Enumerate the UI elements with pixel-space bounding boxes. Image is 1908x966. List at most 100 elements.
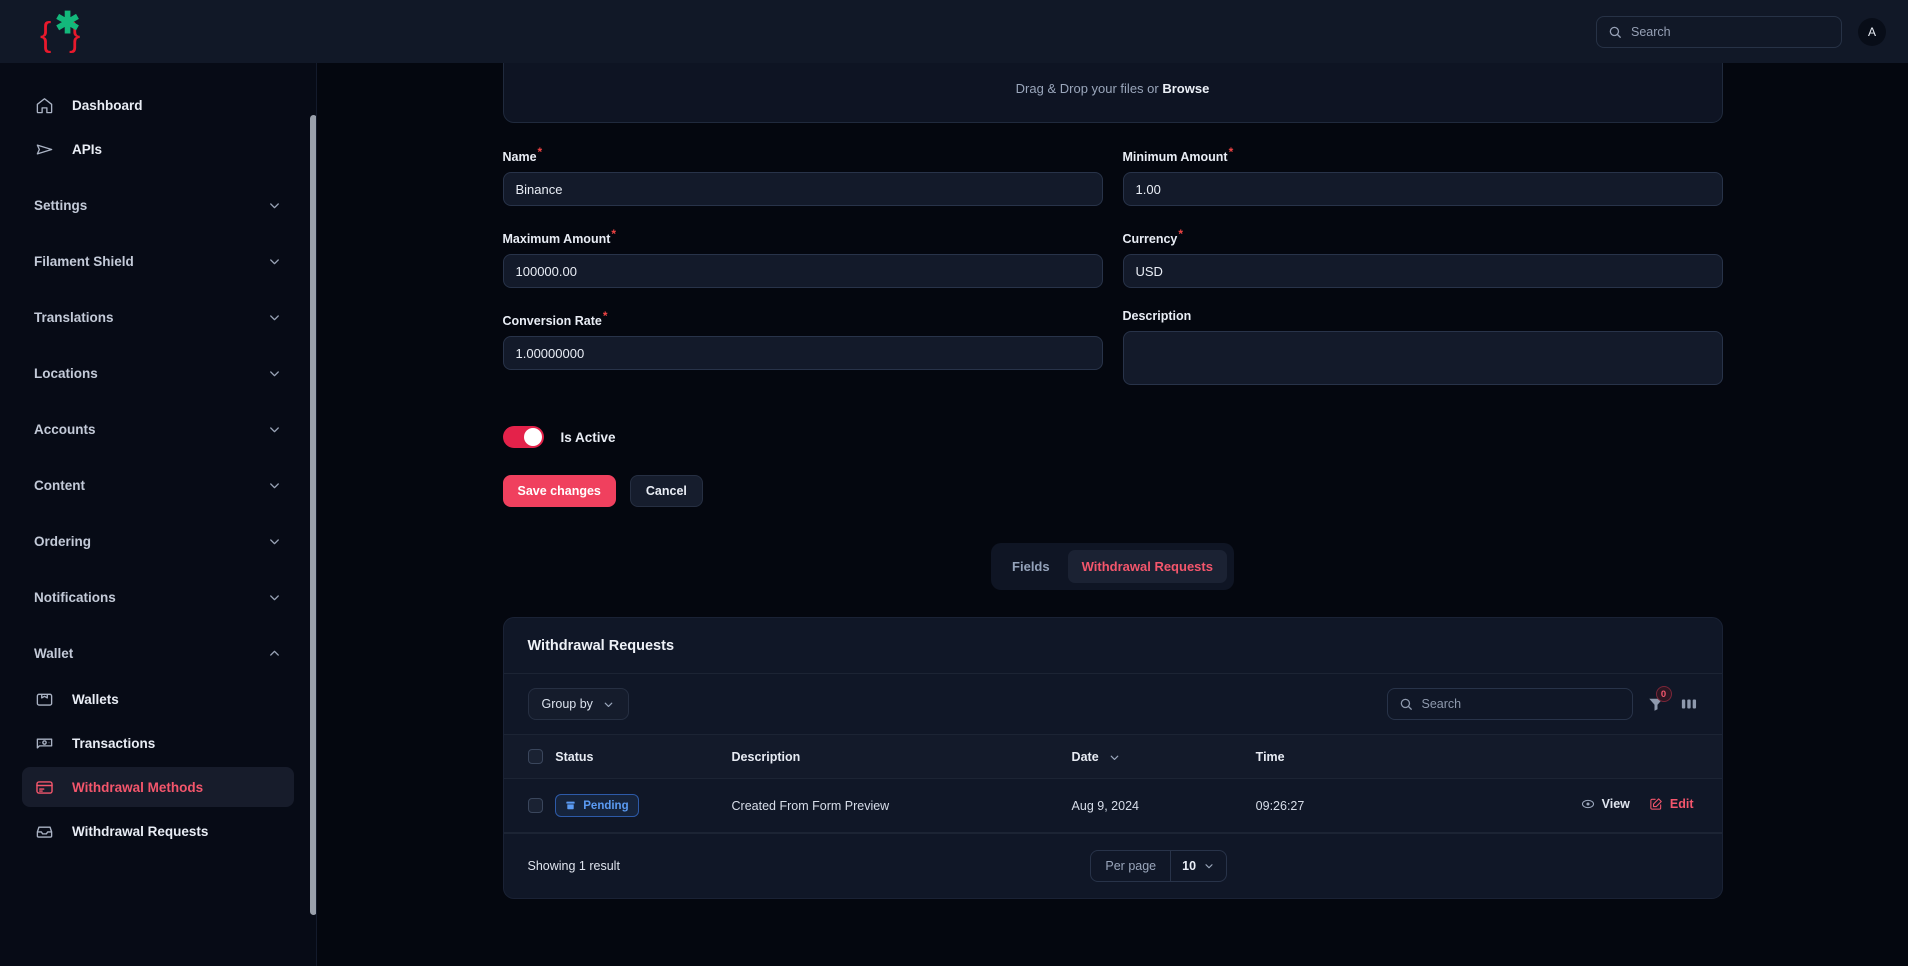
sidebar-group-wallet[interactable]: Wallet: [22, 633, 294, 673]
sidebar-group-label: Wallet: [34, 645, 74, 661]
field-minimum-amount: Minimum Amount* 1.00: [1122, 145, 1723, 207]
archive-box-icon: [565, 800, 576, 811]
card-header: Withdrawal Requests: [504, 618, 1722, 673]
code-braces-star-logo[interactable]: { } ✱: [38, 8, 94, 54]
conversion-rate-input[interactable]: 1.00000000: [502, 336, 1103, 371]
withdrawal-method-form: Drag & Drop your files or Browse Name* B…: [502, 63, 1723, 591]
home-icon: [34, 95, 55, 116]
cell-date: Aug 9, 2024: [1071, 798, 1139, 813]
sidebar-scrollbar[interactable]: [310, 115, 316, 915]
chevron-down-icon: [267, 254, 282, 269]
toggle-columns-button[interactable]: [1680, 695, 1698, 713]
sidebar-group-label: Filament Shield: [34, 253, 134, 269]
status-badge: Pending: [555, 794, 639, 818]
table-search-input[interactable]: Search: [1386, 688, 1633, 721]
select-all-checkbox[interactable]: [527, 749, 543, 765]
browse-link[interactable]: Browse: [1162, 81, 1209, 96]
cancel-button[interactable]: Cancel: [629, 475, 703, 508]
chevron-down-icon: [267, 366, 282, 381]
chevron-down-icon: [267, 422, 282, 437]
per-page-value[interactable]: 10: [1170, 851, 1226, 882]
description-textarea[interactable]: [1122, 331, 1723, 386]
view-action-label: View: [1601, 797, 1630, 812]
sidebar-group-label: Accounts: [34, 421, 96, 437]
banknote-icon: [34, 733, 55, 754]
pencil-square-icon: [1649, 797, 1663, 811]
minimum-amount-input[interactable]: 1.00: [1122, 172, 1723, 207]
sidebar-group-locations[interactable]: Locations: [22, 353, 294, 393]
group-by-dropdown[interactable]: Group by: [527, 688, 629, 721]
sidebar-item-withdrawal-methods[interactable]: Withdrawal Methods: [22, 767, 294, 807]
is-active-toggle[interactable]: [502, 426, 544, 449]
sidebar-group-label: Notifications: [34, 589, 116, 605]
field-maximum-amount-label: Maximum Amount*: [503, 227, 1103, 246]
cell-time: 09:26:27: [1255, 798, 1305, 813]
label-text: Minimum Amount: [1122, 150, 1228, 165]
label-text: Currency: [1122, 232, 1178, 247]
main-content: Drag & Drop your files or Browse Name* B…: [317, 63, 1908, 966]
sidebar-group-accounts[interactable]: Accounts: [22, 409, 294, 449]
table-toolbar: Group by Search 0: [503, 673, 1722, 734]
sidebar-scroll-area: Dashboard APIs Settings Filament Shield …: [0, 63, 316, 851]
file-dropzone[interactable]: Drag & Drop your files or Browse: [502, 63, 1723, 123]
filter-count-badge: 0: [1655, 686, 1672, 703]
per-page-selector[interactable]: Per page 10: [1090, 850, 1228, 883]
required-marker: *: [537, 145, 543, 159]
column-header-date[interactable]: Date: [1072, 735, 1256, 779]
group-by-label: Group by: [541, 697, 593, 712]
logo-left-brace: {: [40, 15, 52, 54]
save-changes-button[interactable]: Save changes: [502, 475, 616, 508]
global-search-input[interactable]: Search: [1596, 15, 1842, 48]
sidebar-item-dashboard[interactable]: Dashboard: [22, 85, 294, 125]
sidebar-group-translations[interactable]: Translations: [22, 297, 294, 337]
view-action[interactable]: View: [1581, 797, 1630, 811]
tab-fields[interactable]: Fields: [998, 550, 1064, 583]
sidebar-item-withdrawal-requests[interactable]: Withdrawal Requests: [22, 811, 294, 851]
sidebar-group-label: Ordering: [34, 533, 92, 549]
column-header-description[interactable]: Description: [732, 735, 1072, 779]
row-select-cell: [504, 779, 556, 833]
maximum-amount-input[interactable]: 100000.00: [502, 254, 1103, 289]
currency-input[interactable]: USD: [1122, 254, 1723, 289]
field-name: Name* Binance: [502, 145, 1103, 207]
chevron-down-icon: [1108, 751, 1121, 764]
sidebar-group-filament-shield[interactable]: Filament Shield: [22, 241, 294, 281]
tab-withdrawal-requests[interactable]: Withdrawal Requests: [1067, 550, 1227, 584]
select-all-header: [504, 735, 556, 779]
column-header-status[interactable]: Status: [555, 735, 731, 779]
sidebar-group-settings[interactable]: Settings: [22, 185, 294, 225]
avatar[interactable]: A: [1858, 17, 1886, 46]
table-row[interactable]: Pending Created From Form Preview Aug 9,…: [503, 779, 1722, 833]
credit-card-icon: [34, 777, 55, 798]
sidebar-group-label: Locations: [34, 365, 98, 381]
search-icon: [1399, 697, 1413, 711]
sidebar-group-content[interactable]: Content: [22, 465, 294, 505]
withdrawal-requests-card: Withdrawal Requests Group by Search 0 St…: [502, 617, 1723, 900]
sidebar-group-notifications[interactable]: Notifications: [22, 577, 294, 617]
sidebar-item-label: Withdrawal Methods: [72, 779, 204, 795]
table-footer: Showing 1 result Per page 10: [503, 833, 1722, 898]
sidebar-item-label: Withdrawal Requests: [72, 823, 209, 839]
field-description: Description: [1122, 309, 1723, 386]
chevron-down-icon: [267, 590, 282, 605]
chevron-down-icon: [267, 534, 282, 549]
field-currency-label: Currency*: [1123, 227, 1723, 246]
status-badge-label: Pending: [583, 799, 629, 812]
column-header-time[interactable]: Time: [1256, 735, 1581, 779]
name-input[interactable]: Binance: [502, 172, 1103, 207]
logo-area[interactable]: { } ✱: [0, 0, 317, 63]
card-title: Withdrawal Requests: [527, 638, 675, 655]
is-active-label: Is Active: [560, 429, 616, 445]
chevron-up-icon: [267, 646, 282, 661]
edit-action[interactable]: Edit: [1649, 797, 1694, 811]
sidebar-group-ordering[interactable]: Ordering: [22, 521, 294, 561]
sidebar-item-wallets[interactable]: Wallets: [22, 679, 294, 719]
label-text: Description: [1122, 309, 1192, 324]
sidebar-item-transactions[interactable]: Transactions: [22, 723, 294, 763]
sidebar-item-apis[interactable]: APIs: [22, 129, 294, 169]
field-minimum-amount-label: Minimum Amount*: [1123, 145, 1723, 164]
filter-button[interactable]: 0: [1647, 686, 1672, 713]
chevron-down-icon: [1203, 860, 1215, 872]
sidebar-item-label: Transactions: [72, 735, 156, 751]
row-checkbox[interactable]: [527, 798, 543, 814]
